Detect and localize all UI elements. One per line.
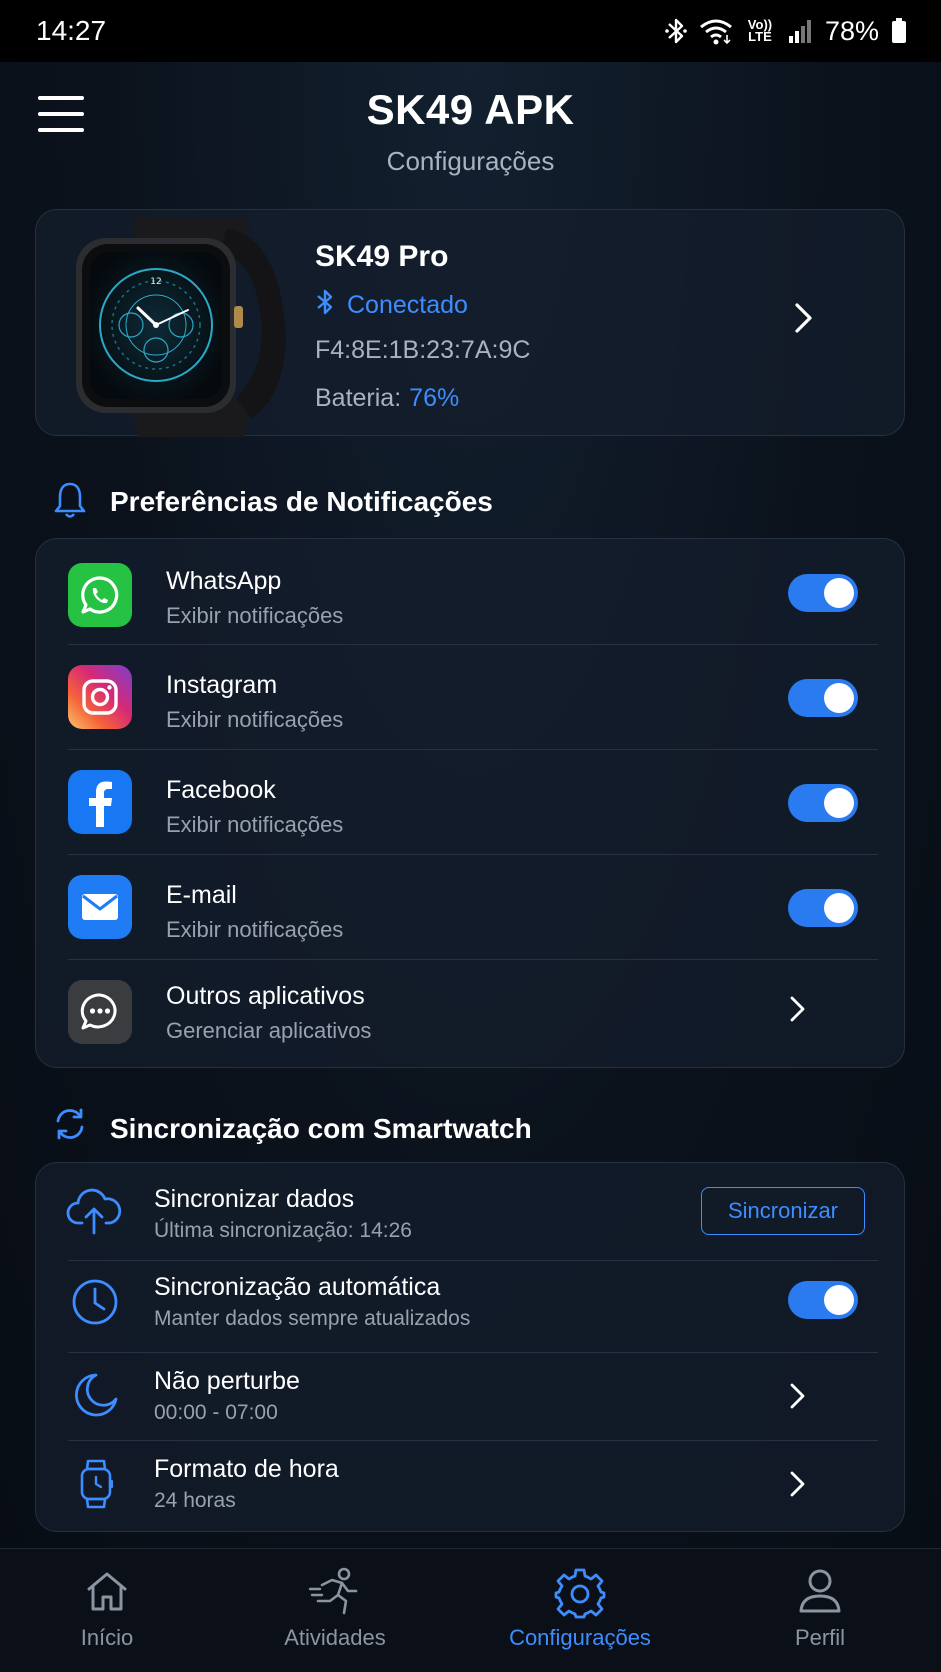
row-title: Outros aplicativos xyxy=(166,982,365,1010)
instagram-icon xyxy=(68,665,132,729)
watch-icon xyxy=(78,1457,114,1516)
device-card[interactable]: 12 SK49 Pro Conectado F4:8E:1B:23:7A:9C … xyxy=(35,209,905,437)
running-icon xyxy=(308,1567,362,1622)
row-subtitle: Exibir notificações xyxy=(166,812,344,837)
notification-row-facebook: Facebook Exibir notificações xyxy=(36,750,906,855)
row-title: E-mail xyxy=(166,881,237,909)
instagram-toggle[interactable] xyxy=(788,679,858,717)
nav-item-home[interactable]: Início xyxy=(22,1549,192,1672)
header: SK49 APK Configurações xyxy=(0,62,941,192)
chat-bubble-icon xyxy=(68,980,132,1044)
nav-label: Início xyxy=(80,1625,134,1650)
connection-status: Conectado xyxy=(315,288,468,323)
notifications-card: WhatsApp Exibir notificações Instagram E… xyxy=(35,538,905,1068)
status-icons: Vo)) LTE 78% xyxy=(665,16,907,47)
row-title: Sincronização automática xyxy=(154,1273,441,1301)
nav-item-settings[interactable]: Configurações xyxy=(480,1549,680,1672)
smartwatch-image: 12 xyxy=(76,218,306,437)
nav-item-activities[interactable]: Atividades xyxy=(250,1549,420,1672)
row-subtitle: Exibir notificações xyxy=(166,707,344,732)
wifi-icon xyxy=(699,17,733,45)
chevron-right-icon xyxy=(792,300,816,341)
nav-label: Configurações xyxy=(509,1625,651,1650)
device-name: SK49 Pro xyxy=(315,240,449,273)
row-subtitle: 00:00 - 07:00 xyxy=(154,1401,278,1424)
row-title: WhatsApp xyxy=(166,567,282,595)
sync-row-auto: Sincronização automática Manter dados se… xyxy=(36,1261,906,1353)
row-title: Sincronizar dados xyxy=(154,1185,355,1213)
page-subtitle: Configurações xyxy=(386,146,555,176)
gear-icon xyxy=(554,1567,606,1624)
bottom-navigation: Início Atividades Configurações Perfil xyxy=(0,1548,941,1672)
bell-icon xyxy=(52,480,88,525)
nav-item-profile[interactable]: Perfil xyxy=(735,1549,905,1672)
bluetooth-icon xyxy=(315,288,335,323)
nav-label: Atividades xyxy=(284,1625,386,1650)
battery-percent: 78% xyxy=(824,15,879,46)
app-title: SK49 APK xyxy=(366,86,575,133)
row-subtitle: Exibir notificações xyxy=(166,917,344,942)
row-subtitle: Última sincronização: 14:26 xyxy=(154,1219,412,1242)
notification-row-email: E-mail Exibir notificações xyxy=(36,855,906,960)
email-toggle[interactable] xyxy=(788,889,858,927)
home-icon xyxy=(83,1567,131,1620)
sync-icon xyxy=(52,1106,88,1147)
device-mac-address: F4:8E:1B:23:7A:9C xyxy=(315,336,531,364)
notification-row-instagram: Instagram Exibir notificações xyxy=(36,645,906,750)
row-subtitle: Gerenciar aplicativos xyxy=(166,1018,372,1043)
status-bar: 14:27 Vo)) LTE 78% xyxy=(0,0,941,62)
row-title: Facebook xyxy=(166,776,276,804)
profile-icon xyxy=(796,1567,844,1620)
device-battery-label: Bateria: xyxy=(315,384,402,412)
sync-row-do-not-disturb[interactable]: Não perturbe 00:00 - 07:00 xyxy=(36,1353,906,1441)
row-title: Instagram xyxy=(166,671,278,699)
battery-icon xyxy=(891,18,907,44)
row-subtitle: 24 horas xyxy=(154,1489,236,1512)
notifications-section-title: Preferências de Notificações xyxy=(110,486,493,517)
row-title: Formato de hora xyxy=(154,1455,339,1483)
row-subtitle: Exibir notificações xyxy=(166,603,344,628)
moon-icon xyxy=(72,1371,120,1424)
email-icon xyxy=(68,875,132,939)
status-time: 14:27 xyxy=(36,15,107,46)
sync-now-button[interactable]: Sincronizar xyxy=(701,1187,865,1235)
volte-icon: Vo)) LTE xyxy=(747,17,773,44)
row-subtitle: Manter dados sempre atualizados xyxy=(154,1307,471,1330)
device-battery: Bateria: 76% xyxy=(315,384,459,413)
chevron-right-icon xyxy=(788,994,808,1029)
sync-row-time-format[interactable]: Formato de hora 24 horas xyxy=(36,1441,906,1533)
facebook-toggle[interactable] xyxy=(788,784,858,822)
bluetooth-status-icon xyxy=(665,17,687,45)
facebook-icon xyxy=(68,770,132,834)
svg-text:12: 12 xyxy=(150,277,161,287)
device-battery-value: 76% xyxy=(409,384,460,412)
nav-label: Perfil xyxy=(794,1625,846,1650)
notification-row-other-apps[interactable]: Outros aplicativos Gerenciar aplicativos xyxy=(36,960,906,1069)
signal-icon xyxy=(787,18,813,44)
row-title: Não perturbe xyxy=(154,1367,300,1395)
sync-row-data: Sincronizar dados Última sincronização: … xyxy=(36,1163,906,1261)
sync-section-title: Sincronização com Smartwatch xyxy=(110,1113,532,1144)
auto-sync-toggle[interactable] xyxy=(788,1281,858,1319)
sync-card: Sincronizar dados Última sincronização: … xyxy=(35,1162,905,1532)
chevron-right-icon xyxy=(788,1381,808,1416)
connection-status-label: Conectado xyxy=(347,291,468,319)
clock-icon xyxy=(70,1277,120,1332)
cloud-upload-icon xyxy=(66,1187,122,1240)
whatsapp-icon xyxy=(68,563,132,627)
whatsapp-toggle[interactable] xyxy=(788,574,858,612)
notification-row-whatsapp: WhatsApp Exibir notificações xyxy=(36,539,906,645)
chevron-right-icon xyxy=(788,1469,808,1504)
